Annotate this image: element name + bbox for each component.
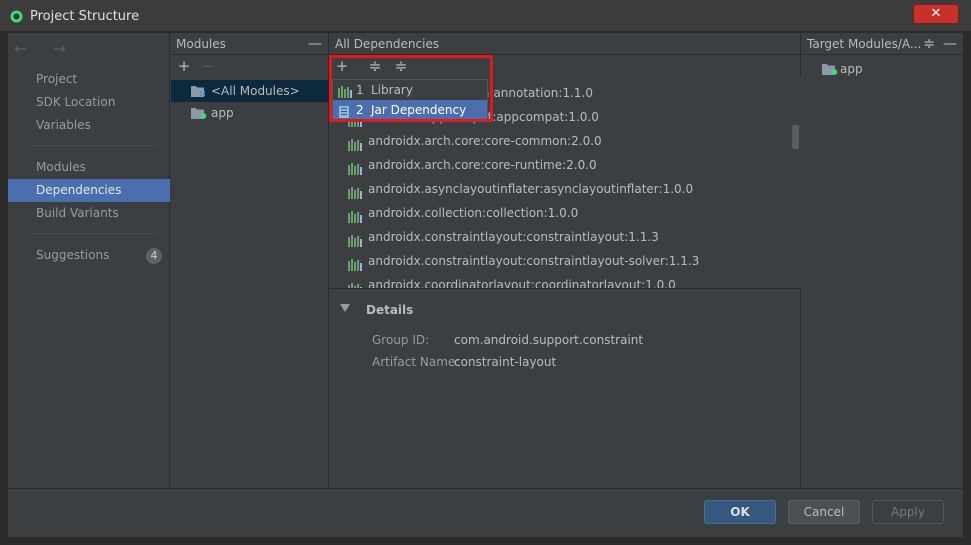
modules-panel: Modules — + − <All Modules> app	[171, 33, 329, 488]
divider	[330, 288, 801, 289]
window-title: Project Structure	[30, 9, 140, 24]
suggestions-count-badge: 4	[146, 248, 162, 264]
dependency-list-scrollbar[interactable]	[792, 125, 799, 149]
sidebar-item-sdk-location[interactable]: SDK Location	[8, 91, 170, 114]
target-module-app[interactable]: app	[802, 58, 960, 80]
sidebar-item-project[interactable]: Project	[8, 68, 170, 91]
android-studio-icon	[10, 10, 23, 23]
dialog-button-bar: OK Cancel Apply	[8, 488, 963, 537]
divider	[28, 145, 158, 146]
library-icon	[348, 183, 362, 207]
library-icon	[348, 231, 362, 255]
apply-button[interactable]: Apply	[872, 500, 944, 524]
android-module-folder-icon	[822, 64, 838, 75]
library-icon	[348, 135, 362, 159]
library-icon	[348, 159, 362, 183]
target-modules-header: Target Modules/A... ≑ —	[802, 33, 963, 55]
sidebar: ← → Project SDK Location Variables Modul…	[8, 33, 170, 488]
modules-folder-icon	[191, 86, 205, 97]
collapse-details-icon[interactable]	[340, 304, 350, 312]
sidebar-item-build-variants[interactable]: Build Variants	[8, 202, 170, 225]
divider	[28, 233, 158, 234]
modules-toolbar: + −	[171, 55, 328, 77]
sidebar-item-suggestions[interactable]: Suggestions 4	[8, 244, 170, 267]
module-item-all[interactable]: <All Modules>	[171, 80, 329, 102]
close-button[interactable]: ✕	[913, 4, 959, 24]
ok-button[interactable]: OK	[704, 500, 776, 524]
cancel-button[interactable]: Cancel	[788, 500, 860, 524]
sidebar-item-modules[interactable]: Modules	[8, 156, 170, 179]
library-icon	[348, 255, 362, 279]
hide-panel-icon[interactable]: —	[308, 33, 322, 55]
library-icon	[348, 207, 362, 231]
target-modules-panel: Target Modules/A... ≑ — app	[802, 33, 963, 488]
artifact-name-label: Artifact Name:	[372, 355, 460, 369]
android-module-folder-icon	[191, 108, 207, 119]
module-item-app[interactable]: app	[171, 102, 329, 124]
remove-module-button[interactable]: −	[199, 57, 217, 75]
artifact-name-value: constraint-layout	[454, 355, 557, 369]
expand-all-icon[interactable]: ≑	[923, 33, 935, 55]
group-id-value: com.android.support.constraint	[454, 333, 644, 347]
library-icon	[348, 279, 362, 288]
back-forward-icon[interactable]: ← →	[14, 39, 76, 58]
add-module-button[interactable]: +	[175, 57, 193, 75]
sidebar-item-variables[interactable]: Variables	[8, 114, 170, 137]
group-id-label: Group ID:	[372, 333, 430, 347]
modules-header: Modules —	[171, 33, 328, 55]
sidebar-item-dependencies[interactable]: Dependencies	[8, 179, 170, 202]
hide-panel-icon[interactable]: —	[943, 33, 957, 55]
highlight-annotation-box	[329, 55, 493, 122]
details-heading: Details	[366, 303, 414, 317]
dependencies-header: All Dependencies	[330, 33, 800, 55]
title-bar: Project Structure ✕	[0, 0, 971, 32]
